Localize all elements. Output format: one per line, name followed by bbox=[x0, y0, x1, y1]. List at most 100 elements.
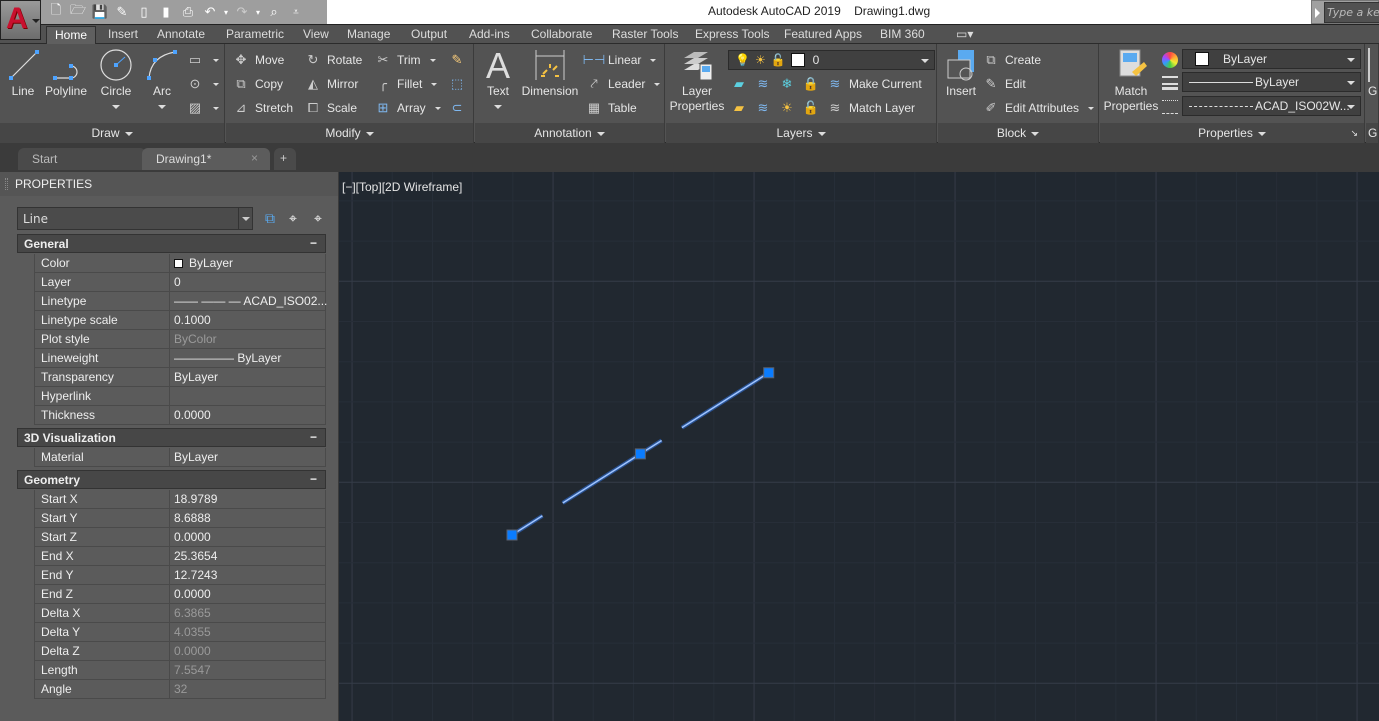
section-3d-visualization[interactable]: 3D Visualization− bbox=[17, 428, 326, 447]
search-box[interactable]: Type a keyword or phrase bbox=[1311, 0, 1379, 24]
layer-freeze-icon[interactable]: ❄ bbox=[778, 76, 796, 92]
close-tab-icon[interactable]: × bbox=[251, 151, 258, 165]
chevron-down-icon[interactable] bbox=[213, 83, 219, 86]
property-value[interactable]: 0.1000 bbox=[169, 311, 327, 329]
dimension-button[interactable]: Dimension bbox=[521, 48, 579, 99]
ellipse-button[interactable]: ⊙ bbox=[186, 74, 219, 94]
property-value[interactable]: ————— ByLayer bbox=[169, 349, 327, 367]
quick-select-icon[interactable]: ⌖ bbox=[309, 210, 327, 228]
layer-isolate-icon[interactable]: ≋ bbox=[754, 76, 772, 92]
property-value[interactable]: ByLayer bbox=[169, 448, 327, 466]
open-from-mobile-icon[interactable]: ▯ bbox=[135, 4, 153, 20]
grip-icon[interactable] bbox=[5, 178, 8, 190]
stretch-button[interactable]: ⊿Stretch bbox=[232, 98, 293, 118]
group-button[interactable]: Gr bbox=[1368, 48, 1379, 99]
chevron-down-icon[interactable] bbox=[430, 59, 436, 62]
insert-button[interactable]: Insert bbox=[940, 48, 982, 99]
select-objects-icon[interactable]: ⌖ bbox=[284, 210, 302, 228]
hatch-button[interactable]: ▨ bbox=[186, 98, 219, 118]
tab-drawing1[interactable]: Drawing1*× bbox=[142, 148, 270, 170]
property-row-material[interactable]: MaterialByLayer bbox=[34, 448, 326, 467]
property-value[interactable]: —— —— — ACAD_ISO02... bbox=[169, 292, 327, 310]
chevron-down-icon[interactable] bbox=[654, 83, 660, 86]
chevron-down-icon[interactable] bbox=[435, 107, 441, 110]
property-row-delta-y[interactable]: Delta Y4.0355 bbox=[34, 623, 326, 642]
block-panel-label[interactable]: Block bbox=[938, 123, 1098, 143]
collapse-icon[interactable]: − bbox=[310, 236, 317, 250]
chevron-down-icon[interactable] bbox=[213, 107, 219, 110]
redo-dropdown-icon[interactable]: ▾ bbox=[255, 4, 261, 20]
property-row-thickness[interactable]: Thickness0.0000 bbox=[34, 406, 326, 425]
property-row-start-y[interactable]: Start Y8.6888 bbox=[34, 509, 326, 528]
layer-lock-icon[interactable]: 🔒 bbox=[802, 76, 820, 92]
arc-button[interactable]: Arc bbox=[144, 48, 180, 114]
property-row-color[interactable]: ColorByLayer bbox=[34, 254, 326, 273]
new-tab-button[interactable]: + bbox=[274, 148, 296, 170]
property-value[interactable]: ByLayer bbox=[169, 368, 327, 386]
property-row-linetype[interactable]: Linetype—— —— — ACAD_ISO02... bbox=[34, 292, 326, 311]
property-value[interactable]: 0 bbox=[169, 273, 327, 291]
tab-bim-360[interactable]: BIM 360 bbox=[872, 26, 933, 45]
property-row-end-z[interactable]: End Z0.0000 bbox=[34, 585, 326, 604]
property-row-delta-x[interactable]: Delta X6.3865 bbox=[34, 604, 326, 623]
move-button[interactable]: ✥Move bbox=[232, 50, 284, 70]
save-icon[interactable]: 💾 bbox=[91, 4, 109, 20]
property-row-start-z[interactable]: Start Z0.0000 bbox=[34, 528, 326, 547]
undo-dropdown-icon[interactable]: ▾ bbox=[223, 4, 229, 20]
erase-button[interactable]: ✎ bbox=[448, 50, 466, 70]
text-button[interactable]: A Text bbox=[481, 48, 515, 114]
property-value[interactable]: 25.3654 bbox=[169, 547, 327, 565]
layer-off-icon[interactable]: ▰ bbox=[730, 76, 748, 92]
property-row-end-x[interactable]: End X25.3654 bbox=[34, 547, 326, 566]
property-row-lineweight[interactable]: Lineweight————— ByLayer bbox=[34, 349, 326, 368]
drawing-area[interactable] bbox=[339, 172, 1379, 721]
rotate-button[interactable]: ↻Rotate bbox=[304, 50, 362, 70]
property-value[interactable]: 0.0000 bbox=[169, 406, 327, 424]
section-general[interactable]: General− bbox=[17, 234, 326, 253]
tab-start[interactable]: Start bbox=[18, 148, 146, 170]
tab-annotate[interactable]: Annotate bbox=[149, 26, 213, 45]
property-row-start-x[interactable]: Start X18.9789 bbox=[34, 490, 326, 509]
object-type-dropdown[interactable]: Line bbox=[17, 207, 253, 230]
tab-featured-apps[interactable]: Featured Apps bbox=[776, 26, 870, 45]
property-row-layer[interactable]: Layer0 bbox=[34, 273, 326, 292]
modify-panel-label[interactable]: Modify bbox=[226, 123, 473, 143]
edit-attributes-button[interactable]: ✐Edit Attributes bbox=[982, 98, 1094, 118]
rectangle-button[interactable]: ▭ bbox=[186, 50, 219, 70]
drawing-canvas[interactable]: [−][Top][2D Wireframe] bbox=[339, 172, 1379, 721]
property-row-end-y[interactable]: End Y12.7243 bbox=[34, 566, 326, 585]
expand-arrow-icon[interactable] bbox=[1315, 8, 1320, 18]
tab-parametric[interactable]: Parametric bbox=[218, 26, 292, 45]
array-button[interactable]: ⊞Array bbox=[374, 98, 441, 118]
annotation-panel-label[interactable]: Annotation bbox=[475, 123, 664, 143]
explode-button[interactable]: ⬚ bbox=[448, 74, 466, 94]
copy-button[interactable]: ⧉Copy bbox=[232, 74, 283, 94]
property-row-delta-z[interactable]: Delta Z0.0000 bbox=[34, 642, 326, 661]
edit-block-button[interactable]: ✎Edit bbox=[982, 74, 1026, 94]
make-current-button[interactable]: ≋Make Current bbox=[826, 74, 922, 94]
chevron-down-icon[interactable] bbox=[213, 59, 219, 62]
chevron-down-icon[interactable] bbox=[650, 59, 656, 62]
tab-collaborate[interactable]: Collaborate bbox=[523, 26, 600, 45]
lineweight-dropdown[interactable]: ByLayer bbox=[1182, 72, 1361, 92]
midpoint-grip[interactable] bbox=[635, 449, 645, 459]
layer-dropdown[interactable]: 💡 ☀ 🔓 0 bbox=[728, 50, 935, 70]
property-row-length[interactable]: Length7.5547 bbox=[34, 661, 326, 680]
layer-unlock-all-icon[interactable]: 🔓 bbox=[802, 100, 820, 116]
chevron-down-icon[interactable] bbox=[112, 105, 120, 109]
match-layer-button[interactable]: ≋Match Layer bbox=[826, 98, 915, 118]
tab-raster-tools[interactable]: Raster Tools bbox=[604, 26, 686, 45]
tab-add-ins[interactable]: Add-ins bbox=[461, 26, 518, 45]
polyline-button[interactable]: Polyline bbox=[44, 48, 88, 99]
mirror-button[interactable]: ◭Mirror bbox=[304, 74, 358, 94]
layer-properties-button[interactable]: LayerProperties bbox=[666, 48, 728, 114]
open-icon[interactable]: 🗁 bbox=[69, 4, 87, 20]
chevron-down-icon[interactable] bbox=[1088, 107, 1094, 110]
viewport-controls[interactable]: [−][Top][2D Wireframe] bbox=[342, 180, 462, 194]
layers-panel-label[interactable]: Layers bbox=[666, 123, 936, 143]
property-value[interactable]: 0.0000 bbox=[169, 585, 327, 603]
draw-panel-label[interactable]: Draw bbox=[0, 123, 224, 143]
tab-output[interactable]: Output bbox=[403, 26, 455, 45]
property-value[interactable]: 0.0000 bbox=[169, 528, 327, 546]
application-menu-button[interactable]: A bbox=[0, 0, 41, 40]
